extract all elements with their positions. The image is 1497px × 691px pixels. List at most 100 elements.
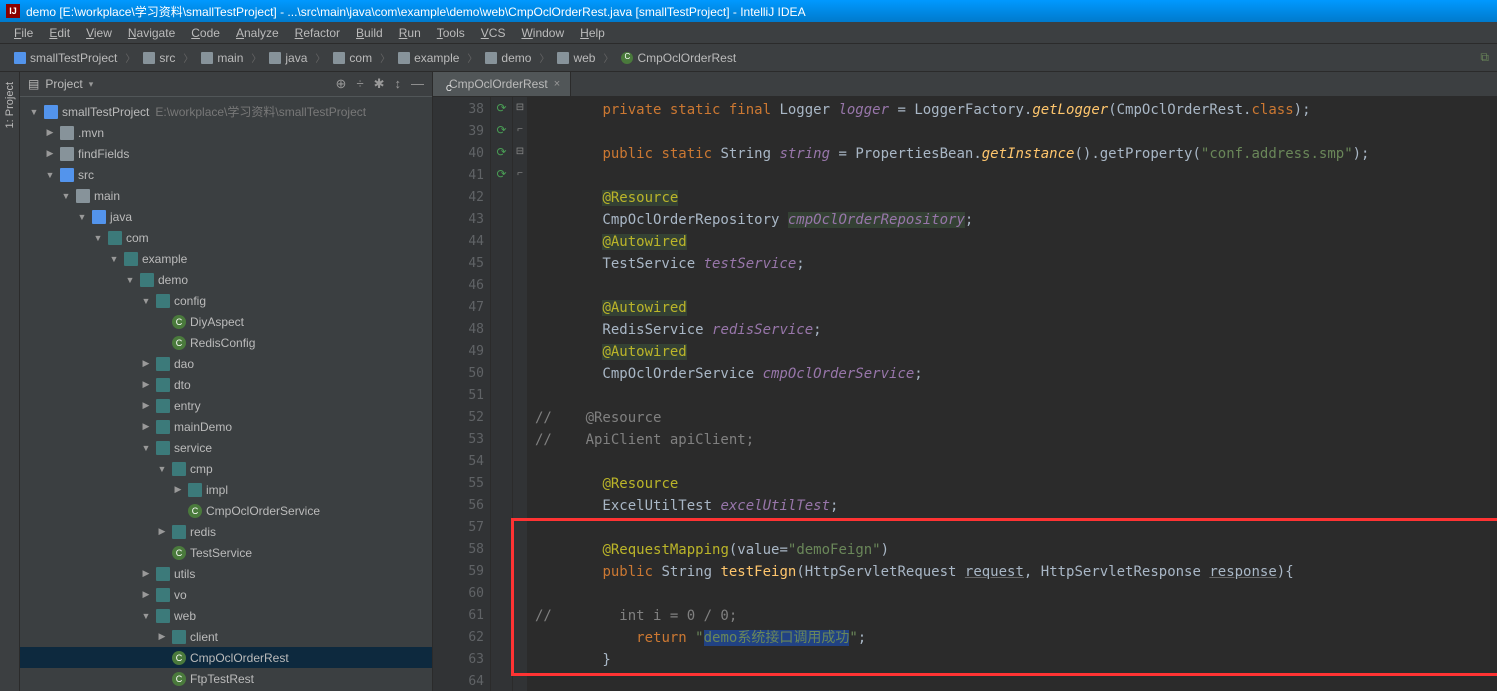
tree-arrow-icon[interactable]: ▼ xyxy=(140,443,152,453)
close-icon[interactable]: × xyxy=(554,78,560,90)
tree-arrow-icon[interactable]: ▼ xyxy=(28,107,40,117)
editor-body[interactable]: 3839404142434445464748495051525354555657… xyxy=(433,97,1497,691)
panel-tool-icon[interactable]: ↕ xyxy=(395,76,402,92)
tree-node-ftptestrest[interactable]: FtpTestRest xyxy=(20,668,432,689)
tree-node-impl[interactable]: ▶impl xyxy=(20,479,432,500)
panel-tool-icon[interactable]: ÷ xyxy=(356,76,363,92)
tree-arrow-icon[interactable]: ▶ xyxy=(140,589,152,600)
tree-node-diyaspect[interactable]: DiyAspect xyxy=(20,311,432,332)
folder-icon xyxy=(172,630,186,644)
tree-node-service[interactable]: ▼service xyxy=(20,437,432,458)
menu-item-tools[interactable]: Tools xyxy=(429,24,473,42)
fold-column[interactable]: ⊟⌐⊟⌐ xyxy=(513,97,527,691)
tree-node-demo[interactable]: ▼demo xyxy=(20,269,432,290)
tree-arrow-icon[interactable]: ▶ xyxy=(140,379,152,390)
panel-tool-icon[interactable]: ✱ xyxy=(374,76,385,92)
tree-node-entry[interactable]: ▶entry xyxy=(20,395,432,416)
tree-arrow-icon[interactable]: ▶ xyxy=(44,148,56,159)
tree-node-com[interactable]: ▼com xyxy=(20,227,432,248)
folder-icon xyxy=(44,105,58,119)
project-tree[interactable]: ▼smallTestProjectE:\workplace\学习资料\small… xyxy=(20,97,432,691)
breadcrumb-java[interactable]: java xyxy=(263,49,313,67)
folder-icon xyxy=(60,147,74,161)
tree-node-redis[interactable]: ▶redis xyxy=(20,521,432,542)
menu-item-window[interactable]: Window xyxy=(513,24,572,42)
menu-item-navigate[interactable]: Navigate xyxy=(120,24,183,42)
breadcrumb-com[interactable]: com xyxy=(327,49,378,67)
tree-arrow-icon[interactable]: ▶ xyxy=(156,526,168,537)
menu-item-vcs[interactable]: VCS xyxy=(473,24,514,42)
tree-node-smalltestproject[interactable]: ▼smallTestProjectE:\workplace\学习资料\small… xyxy=(20,101,432,122)
editor-tab-cmpoclorderrest[interactable]: CmpOclOrderRest × xyxy=(433,72,571,96)
tree-node-cmpoclorderservice[interactable]: CmpOclOrderService xyxy=(20,500,432,521)
tree-arrow-icon[interactable]: ▶ xyxy=(140,400,152,411)
project-panel-title-icon: ▤ xyxy=(28,77,39,91)
tree-node-vo[interactable]: ▶vo xyxy=(20,584,432,605)
folder-icon xyxy=(140,273,154,287)
menu-item-help[interactable]: Help xyxy=(572,24,613,42)
tree-arrow-icon[interactable]: ▼ xyxy=(76,212,88,222)
menu-item-code[interactable]: Code xyxy=(183,24,228,42)
menu-item-edit[interactable]: Edit xyxy=(41,24,78,42)
tree-node-src[interactable]: ▼src xyxy=(20,164,432,185)
tree-arrow-icon[interactable]: ▶ xyxy=(140,568,152,579)
menu-item-run[interactable]: Run xyxy=(391,24,429,42)
menu-item-analyze[interactable]: Analyze xyxy=(228,24,287,42)
tree-arrow-icon[interactable]: ▶ xyxy=(156,631,168,642)
panel-tool-icon[interactable]: ⊕ xyxy=(336,76,347,92)
tree-node-main[interactable]: ▼main xyxy=(20,185,432,206)
title-bar: IJ demo [E:\workplace\学习资料\smallTestProj… xyxy=(0,0,1497,22)
tree-node-dao[interactable]: ▶dao xyxy=(20,353,432,374)
code-editor[interactable]: private static final Logger logger = Log… xyxy=(527,97,1497,691)
menu-item-view[interactable]: View xyxy=(78,24,120,42)
folder-icon xyxy=(156,567,170,581)
tree-node-utils[interactable]: ▶utils xyxy=(20,563,432,584)
tree-arrow-icon[interactable]: ▼ xyxy=(92,233,104,243)
tree-node-findfields[interactable]: ▶findFields xyxy=(20,143,432,164)
tree-node-maindemo[interactable]: ▶mainDemo xyxy=(20,416,432,437)
tree-arrow-icon[interactable]: ▼ xyxy=(108,254,120,264)
folder-icon xyxy=(398,52,410,64)
tree-node-client[interactable]: ▶client xyxy=(20,626,432,647)
window-title: demo [E:\workplace\学习资料\smallTestProject… xyxy=(26,3,806,20)
tree-node-dto[interactable]: ▶dto xyxy=(20,374,432,395)
menu-item-file[interactable]: File xyxy=(6,24,41,42)
tree-arrow-icon[interactable]: ▶ xyxy=(140,421,152,432)
line-number-gutter: 3839404142434445464748495051525354555657… xyxy=(433,97,491,691)
tree-arrow-icon[interactable]: ▶ xyxy=(140,358,152,369)
tree-arrow-icon[interactable]: ▶ xyxy=(44,127,56,138)
tree-node-cmpoclorderrest[interactable]: CmpOclOrderRest xyxy=(20,647,432,668)
tree-arrow-icon[interactable]: ▼ xyxy=(140,296,152,306)
tree-node-example[interactable]: ▼example xyxy=(20,248,432,269)
breadcrumb-src[interactable]: src xyxy=(137,49,181,67)
tree-node-redisconfig[interactable]: RedisConfig xyxy=(20,332,432,353)
chevron-down-icon[interactable]: ▾ xyxy=(89,79,94,90)
tree-arrow-icon[interactable]: ▼ xyxy=(44,170,56,180)
tree-node-config[interactable]: ▼config xyxy=(20,290,432,311)
project-panel-title[interactable]: Project xyxy=(45,77,82,91)
breadcrumb-demo[interactable]: demo xyxy=(479,49,537,67)
tree-node-web[interactable]: ▼web xyxy=(20,605,432,626)
folder-icon xyxy=(156,357,170,371)
tree-arrow-icon[interactable]: ▼ xyxy=(156,464,168,474)
breadcrumb-main[interactable]: main xyxy=(195,49,249,67)
tree-arrow-icon[interactable]: ▼ xyxy=(140,611,152,621)
folder-icon xyxy=(485,52,497,64)
tree-arrow-icon[interactable]: ▼ xyxy=(60,191,72,201)
tree-node-cmp[interactable]: ▼cmp xyxy=(20,458,432,479)
breadcrumb-web[interactable]: web xyxy=(551,49,601,67)
tree-node--mvn[interactable]: ▶.mvn xyxy=(20,122,432,143)
tree-node-java[interactable]: ▼java xyxy=(20,206,432,227)
breadcrumb-cmpoclorderrest[interactable]: CmpOclOrderRest xyxy=(615,49,742,67)
tree-arrow-icon[interactable]: ▼ xyxy=(124,275,136,285)
build-indicator-icon[interactable]: ⧉ xyxy=(1480,50,1489,65)
menu-item-refactor[interactable]: Refactor xyxy=(287,24,348,42)
breadcrumb-example[interactable]: example xyxy=(392,49,465,67)
panel-tool-icon[interactable]: — xyxy=(411,76,424,92)
menu-item-build[interactable]: Build xyxy=(348,24,391,42)
tree-node-testservice[interactable]: TestService xyxy=(20,542,432,563)
project-tool-tab[interactable]: 1: Project xyxy=(2,76,18,134)
folder-icon xyxy=(60,168,74,182)
tree-arrow-icon[interactable]: ▶ xyxy=(172,484,184,495)
breadcrumb-smalltestproject[interactable]: smallTestProject xyxy=(8,49,123,67)
